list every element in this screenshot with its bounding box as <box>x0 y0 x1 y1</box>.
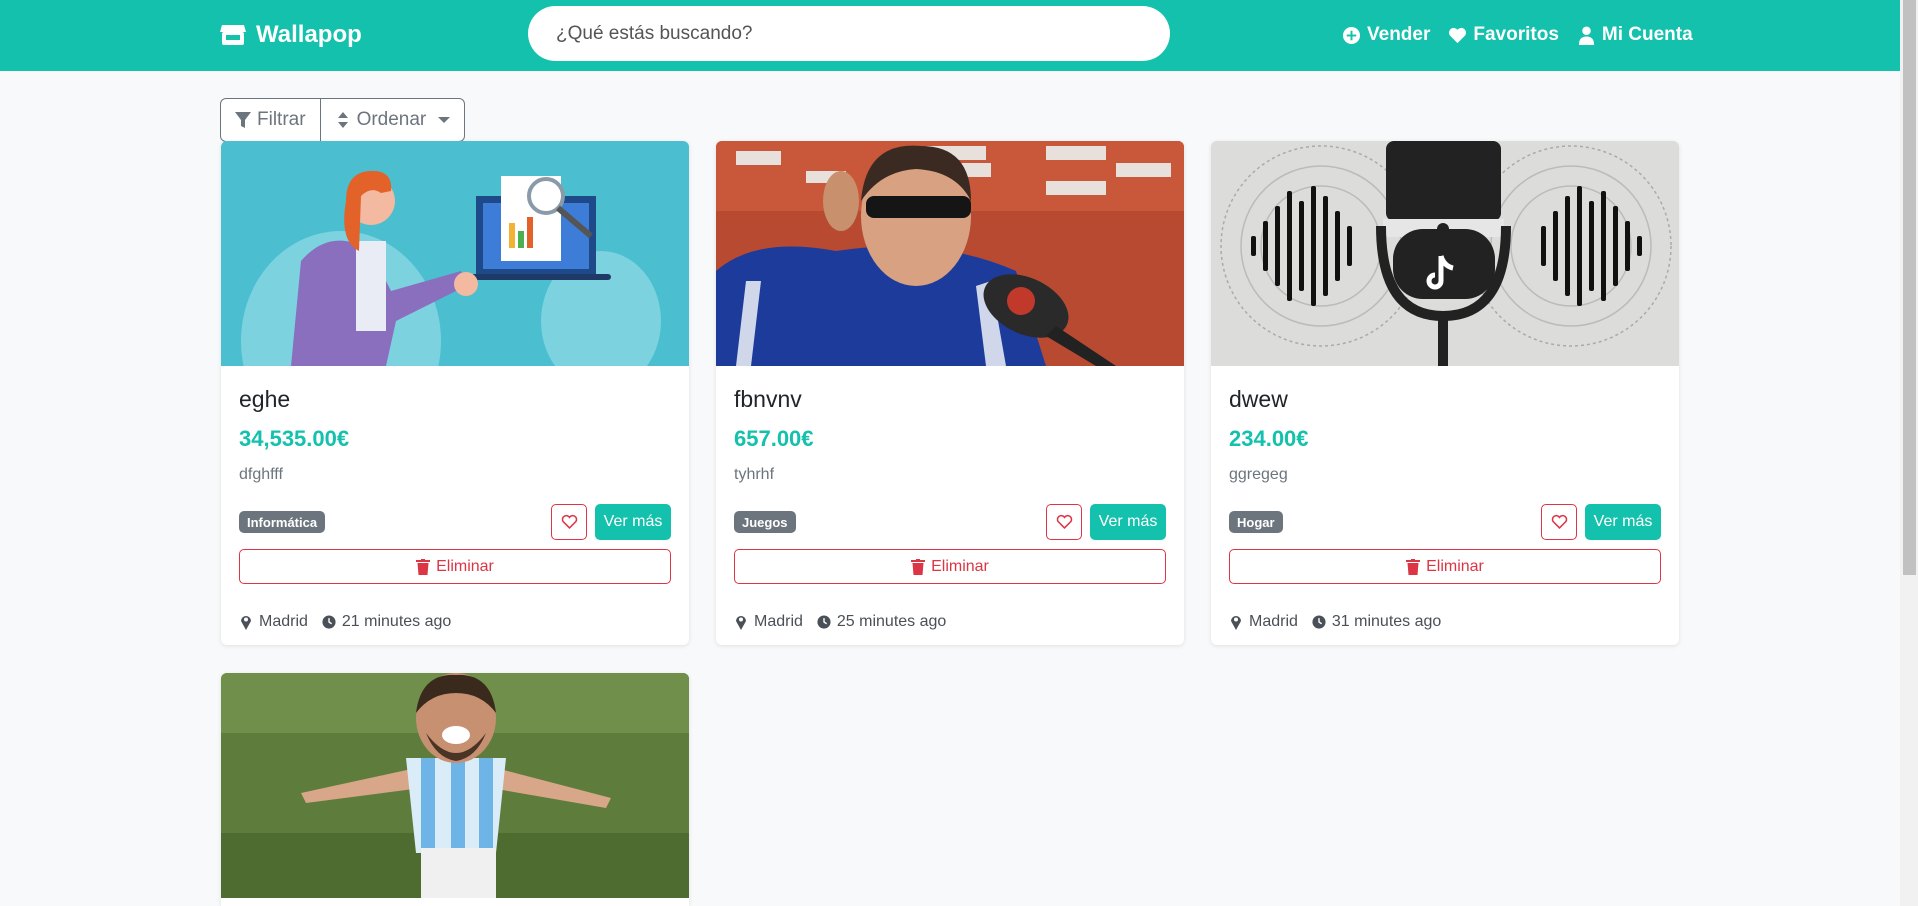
product-meta: Madrid 31 minutes ago <box>1229 613 1441 631</box>
trash-icon <box>911 558 926 575</box>
map-pin-icon <box>1231 616 1241 630</box>
heart-outline-icon <box>561 514 577 530</box>
man-with-sunglasses-press-conference <box>716 141 1184 366</box>
nav-vender-label: Vender <box>1367 24 1431 45</box>
product-meta: Madrid 25 minutes ago <box>734 613 946 631</box>
football-player-celebrating <box>221 673 689 898</box>
product-description: tyhrhf <box>734 466 775 483</box>
product-location: Madrid <box>754 613 803 630</box>
product-price: 234.00€ <box>1229 426 1309 451</box>
product-card: eghe 34,535.00€ dfghfff Informática Ver … <box>221 141 689 645</box>
favorite-button[interactable] <box>551 504 587 540</box>
delete-label: Eliminar <box>931 557 989 575</box>
clock-icon <box>1312 615 1326 629</box>
microphone-soundwave-tiktok <box>1211 141 1679 366</box>
brand-logo[interactable]: Wallapop <box>220 18 362 52</box>
delete-button[interactable]: Eliminar <box>239 549 671 584</box>
trash-icon <box>1406 558 1421 575</box>
product-price: 34,535.00€ <box>239 426 350 451</box>
chevron-down-icon <box>438 117 451 123</box>
product-card: fbnvnv 657.00€ tyhrhf Juegos Ver más Eli… <box>716 141 1184 645</box>
favorite-button[interactable] <box>1541 504 1577 540</box>
product-card <box>221 673 689 906</box>
nav-mi-cuenta-link[interactable]: Mi Cuenta <box>1577 24 1693 46</box>
category-badge: Juegos <box>734 511 796 533</box>
product-price: 657.00€ <box>734 426 814 451</box>
heart-icon <box>1449 27 1467 43</box>
category-badge: Informática <box>239 511 326 533</box>
sort-dropdown[interactable]: Ordenar <box>319 99 465 141</box>
product-description: ggregeg <box>1229 466 1288 483</box>
product-time: 25 minutes ago <box>836 613 947 630</box>
brand-name: Wallapop <box>256 21 362 48</box>
filter-button[interactable]: Filtrar <box>221 99 320 141</box>
product-location: Madrid <box>259 613 308 630</box>
nav-mi-cuenta-label: Mi Cuenta <box>1601 24 1693 45</box>
filter-icon <box>235 112 251 128</box>
product-image[interactable] <box>716 141 1184 366</box>
view-more-button[interactable]: Ver más <box>595 504 671 540</box>
woman-presenting-laptop-illustration <box>221 141 689 366</box>
sort-icon <box>337 112 348 128</box>
top-navbar: Wallapop ¿Qué estás buscando? Vender Fav… <box>0 0 1900 71</box>
map-pin-icon <box>736 616 746 630</box>
delete-label: Eliminar <box>1426 557 1484 575</box>
user-icon <box>1578 25 1595 45</box>
delete-button[interactable]: Eliminar <box>734 549 1166 584</box>
sort-label: Ordenar <box>356 109 427 130</box>
nav-favoritos-label: Favoritos <box>1473 24 1559 45</box>
heart-outline-icon <box>1056 514 1072 530</box>
product-time: 31 minutes ago <box>1331 613 1442 630</box>
product-location: Madrid <box>1249 613 1298 630</box>
scrollbar-thumb[interactable] <box>1903 0 1916 575</box>
product-image[interactable] <box>221 141 689 366</box>
product-time: 21 minutes ago <box>341 613 452 630</box>
product-image[interactable] <box>221 673 689 898</box>
delete-button[interactable]: Eliminar <box>1229 549 1661 584</box>
product-description: dfghfff <box>239 466 283 483</box>
view-more-button[interactable]: Ver más <box>1090 504 1166 540</box>
map-pin-icon <box>241 616 251 630</box>
product-title[interactable]: dwew <box>1229 386 1288 413</box>
view-more-button[interactable]: Ver más <box>1585 504 1661 540</box>
store-icon <box>220 25 246 45</box>
filter-sort-toolbar: Filtrar Ordenar <box>220 98 466 142</box>
filter-label: Filtrar <box>257 109 306 130</box>
favorite-button[interactable] <box>1046 504 1082 540</box>
delete-label: Eliminar <box>436 557 494 575</box>
product-title[interactable]: eghe <box>239 386 290 413</box>
clock-icon <box>322 615 336 629</box>
heart-outline-icon <box>1551 514 1567 530</box>
product-image[interactable] <box>1211 141 1679 366</box>
clock-icon <box>817 615 831 629</box>
nav-vender-link[interactable]: Vender <box>1342 24 1430 46</box>
nav-links: Vender Favoritos Mi Cuenta <box>1342 20 1693 50</box>
nav-favoritos-link[interactable]: Favoritos <box>1448 24 1559 46</box>
product-card: dwew 234.00€ ggregeg Hogar Ver más Elimi… <box>1211 141 1679 645</box>
product-meta: Madrid 21 minutes ago <box>239 613 451 631</box>
product-title[interactable]: fbnvnv <box>734 386 802 413</box>
trash-icon <box>416 558 431 575</box>
search-input[interactable]: ¿Qué estás buscando? <box>528 6 1170 61</box>
plus-circle-icon <box>1342 26 1361 44</box>
category-badge: Hogar <box>1229 511 1283 533</box>
